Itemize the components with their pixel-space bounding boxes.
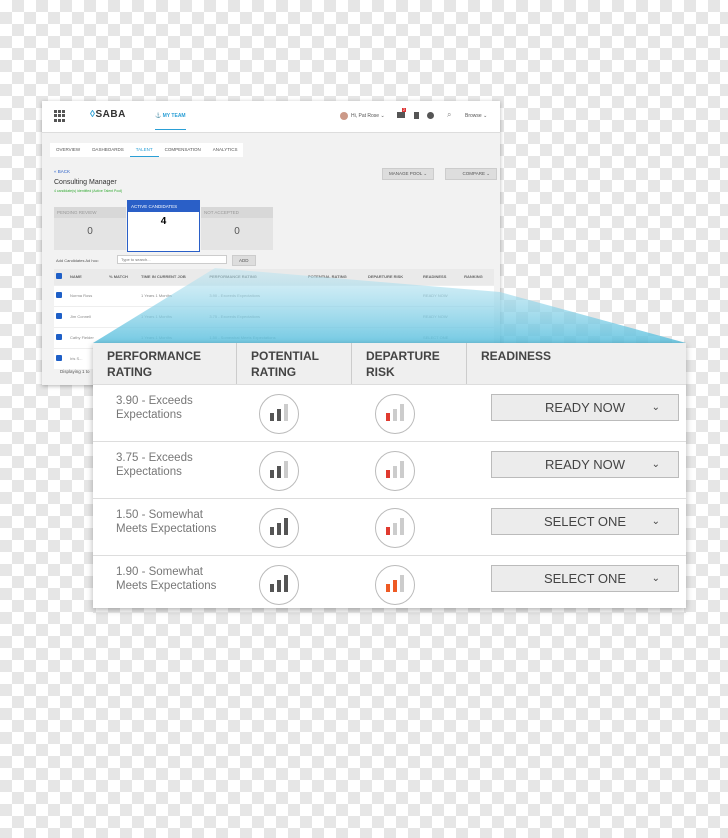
- bar: [386, 584, 390, 592]
- readiness-select[interactable]: READY NOW ⌄: [491, 394, 679, 421]
- bar: [393, 409, 397, 421]
- departure-risk-icon: [375, 565, 415, 605]
- bar: [270, 413, 274, 421]
- readiness-value: SELECT ONE: [543, 514, 627, 529]
- performance-rating: 3.90 - Exceeds Expectations: [116, 395, 193, 421]
- bar: [393, 466, 397, 478]
- header-departure: DEPARTURE RISK: [352, 343, 467, 384]
- readiness-value: SELECT ONE: [543, 571, 627, 586]
- readiness-value: READY NOW: [545, 400, 625, 415]
- bar: [284, 518, 288, 535]
- potential-rating-icon: [259, 451, 299, 491]
- bar: [393, 580, 397, 592]
- bar: [386, 470, 390, 478]
- bar: [386, 413, 390, 421]
- bar: [400, 575, 404, 592]
- bar: [400, 461, 404, 478]
- bar: [277, 466, 281, 478]
- performance-rating: 1.90 - Somewhat Meets Expectations: [116, 566, 217, 592]
- bar: [400, 518, 404, 535]
- potential-rating-icon: [259, 565, 299, 605]
- bar: [386, 527, 390, 535]
- header-performance: PERFORMANCE RATING: [93, 343, 237, 384]
- bar: [270, 584, 274, 592]
- bar: [277, 523, 281, 535]
- potential-rating-icon: [259, 508, 299, 548]
- bar: [284, 575, 288, 592]
- bar: [277, 580, 281, 592]
- potential-rating-icon: [259, 394, 299, 434]
- bar: [400, 404, 404, 421]
- chevron-down-icon: ⌄: [651, 402, 660, 413]
- departure-risk-icon: [375, 508, 415, 548]
- readiness-select[interactable]: READY NOW ⌄: [491, 451, 679, 478]
- departure-risk-icon: [375, 394, 415, 434]
- chevron-down-icon: ⌄: [651, 516, 660, 527]
- header-readiness: READINESS: [481, 349, 552, 363]
- callout-header: PERFORMANCE RATING POTENTIAL RATING DEPA…: [93, 343, 686, 385]
- callout-row: 3.75 - Exceeds Expectations READY NOW ⌄: [93, 442, 686, 499]
- performance-rating: 1.50 - Somewhat Meets Expectations: [116, 509, 217, 535]
- header-potential: POTENTIAL RATING: [237, 343, 352, 384]
- chevron-down-icon: ⌄: [651, 573, 660, 584]
- callout-row: 1.50 - Somewhat Meets Expectations SELECT…: [93, 499, 686, 556]
- bar: [393, 523, 397, 535]
- readiness-select[interactable]: SELECT ONE ⌄: [491, 508, 679, 535]
- bar: [277, 409, 281, 421]
- bar: [284, 461, 288, 478]
- departure-risk-icon: [375, 451, 415, 491]
- callout-row: 1.90 - Somewhat Meets Expectations SELECT…: [93, 556, 686, 613]
- readiness-callout: PERFORMANCE RATING POTENTIAL RATING DEPA…: [93, 343, 686, 613]
- bar: [284, 404, 288, 421]
- highlight-wedge: [93, 268, 686, 343]
- bar: [270, 470, 274, 478]
- readiness-value: READY NOW: [545, 457, 625, 472]
- readiness-select[interactable]: SELECT ONE ⌄: [491, 565, 679, 592]
- bar: [270, 527, 274, 535]
- callout-row: 3.90 - Exceeds Expectations READY NOW ⌄: [93, 385, 686, 442]
- chevron-down-icon: ⌄: [651, 459, 660, 470]
- performance-rating: 3.75 - Exceeds Expectations: [116, 452, 193, 478]
